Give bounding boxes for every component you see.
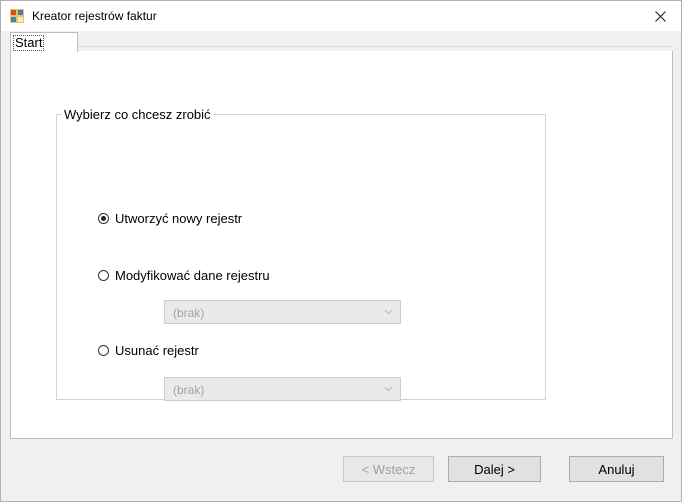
tab-start-label: Start bbox=[13, 35, 45, 51]
tab-start[interactable]: Start bbox=[10, 32, 78, 52]
radio-indicator bbox=[98, 269, 109, 281]
modify-select-value: (brak) bbox=[173, 306, 205, 320]
group-legend: Wybierz co chcesz zrobić bbox=[62, 107, 213, 122]
close-button[interactable] bbox=[639, 1, 681, 31]
delete-register-select[interactable]: (brak) bbox=[164, 377, 401, 401]
radio-modify-label: Modyfikować dane rejestru bbox=[115, 267, 270, 283]
register-app-icon bbox=[10, 9, 24, 23]
radio-modify-register[interactable]: Modyfikować dane rejestru bbox=[98, 267, 270, 283]
window-title: Kreator rejestrów faktur bbox=[32, 9, 157, 23]
title-bar: Kreator rejestrów faktur bbox=[1, 1, 681, 31]
wizard-window: Kreator rejestrów faktur Start Wybierz c… bbox=[0, 0, 682, 502]
modify-register-select[interactable]: (brak) bbox=[164, 300, 401, 324]
radio-delete-register[interactable]: Usunać rejestr bbox=[98, 342, 199, 358]
chevron-down-icon bbox=[384, 386, 393, 392]
next-button[interactable]: Dalej > bbox=[448, 456, 541, 482]
radio-create-register[interactable]: Utworzyć nowy rejestr bbox=[98, 210, 242, 226]
back-button[interactable]: < Wstecz bbox=[343, 456, 434, 482]
action-group-box: Wybierz co chcesz zrobić Utworzyć nowy r… bbox=[56, 107, 546, 401]
close-icon bbox=[654, 10, 666, 22]
tab-strip bbox=[10, 46, 671, 47]
tab-page-start: Wybierz co chcesz zrobić Utworzyć nowy r… bbox=[10, 51, 673, 439]
radio-create-label: Utworzyć nowy rejestr bbox=[115, 210, 243, 226]
radio-indicator bbox=[98, 344, 109, 356]
radio-indicator-checked bbox=[98, 212, 109, 224]
radio-delete-label: Usunać rejestr bbox=[115, 342, 199, 358]
cancel-button[interactable]: Anuluj bbox=[569, 456, 664, 482]
chevron-down-icon bbox=[384, 309, 393, 315]
delete-select-value: (brak) bbox=[173, 383, 205, 397]
